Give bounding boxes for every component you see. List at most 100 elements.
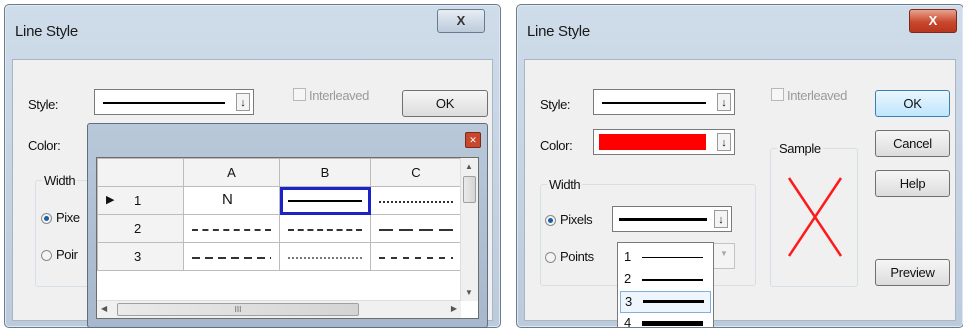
preview-button[interactable]: Preview: [875, 259, 950, 286]
radio-dot[interactable]: [545, 215, 556, 226]
color-swatch: [599, 134, 706, 150]
cell-b2[interactable]: [279, 214, 371, 243]
pixels-label: Pixels: [560, 212, 593, 227]
list-item[interactable]: 2: [620, 269, 709, 289]
radio-dot[interactable]: [545, 252, 556, 263]
width-dropdown-list: 1 2 3 4: [617, 242, 714, 328]
corner-header: [97, 158, 184, 187]
color-label: Color:: [540, 138, 573, 153]
horizontal-scrollbar[interactable]: ◀ III ▶: [97, 300, 461, 318]
list-item-number: 1: [624, 249, 632, 264]
longdash-line-sample: [379, 228, 453, 231]
points-label: Points: [560, 249, 594, 264]
width-dropdown[interactable]: ↓: [612, 206, 732, 232]
close-icon[interactable]: X: [909, 9, 957, 33]
cancel-button[interactable]: Cancel: [875, 130, 950, 157]
scroll-thumb[interactable]: III: [117, 303, 359, 316]
radio-dot[interactable]: [41, 213, 52, 224]
scroll-left-icon[interactable]: ◀: [101, 304, 107, 313]
list-item-selected[interactable]: 3: [620, 291, 711, 313]
row-number: 2: [134, 221, 142, 236]
width-preview-line: [619, 218, 707, 221]
close-icon[interactable]: X: [437, 9, 485, 33]
column-header-c[interactable]: C: [370, 158, 462, 187]
row-pointer-icon: ▶: [106, 194, 115, 206]
row-header-3[interactable]: 3: [97, 242, 184, 271]
style-label: Style:: [28, 97, 59, 112]
scroll-thumb[interactable]: [463, 176, 476, 203]
pixels-radio[interactable]: Pixels: [545, 212, 593, 227]
dropdown-arrow-icon[interactable]: ↓: [717, 133, 731, 151]
style-table: A B C ▶ 1 N 2 3: [97, 158, 462, 271]
list-item[interactable]: 4: [620, 313, 709, 328]
dialog-title: Line Style: [527, 23, 590, 40]
dash-line-sample: [192, 228, 271, 231]
style-dropdown[interactable]: ↓: [94, 89, 254, 115]
checkbox-box[interactable]: [771, 88, 784, 101]
cell-text: N: [222, 191, 233, 208]
points-radio[interactable]: Points: [545, 249, 594, 264]
width-line-1: [642, 257, 703, 258]
cell-b1[interactable]: [279, 186, 371, 215]
list-item-number: 4: [624, 315, 632, 328]
color-dropdown[interactable]: ↓: [593, 129, 735, 155]
line-style-grid: A B C ▶ 1 N 2 3 ▲ ▼ ◀ III ▶: [96, 157, 479, 319]
vertical-scrollbar[interactable]: ▲ ▼: [460, 158, 478, 301]
checkbox-box[interactable]: [293, 88, 306, 101]
row-header-2[interactable]: 2: [97, 214, 184, 243]
interleaved-label: Interleaved: [787, 88, 847, 103]
interleaved-checkbox[interactable]: Interleaved: [293, 88, 369, 103]
width-line-4: [642, 321, 703, 326]
cell-a1[interactable]: N: [183, 186, 280, 215]
cell-c1[interactable]: [370, 186, 462, 215]
scroll-up-icon[interactable]: ▲: [465, 162, 473, 171]
dropdown-arrow-icon: ▼: [720, 249, 728, 258]
interleaved-label: Interleaved: [309, 88, 369, 103]
style-preview-line: [602, 102, 706, 104]
cell-b3[interactable]: [279, 242, 371, 271]
points-dropdown-disabled: ▼: [713, 243, 735, 269]
dropdown-arrow-icon[interactable]: ↓: [714, 210, 728, 228]
dotted-line-sample: [379, 200, 453, 203]
radio-dot[interactable]: [41, 250, 52, 261]
sample-x-preview: [787, 177, 843, 257]
dash-line-sample: [288, 228, 362, 231]
dialog-client-area: Style: ↓ Color: ↓ Interleaved Sample OK …: [524, 59, 956, 321]
dash-line-sample: [192, 256, 271, 259]
interleaved-checkbox[interactable]: Interleaved: [771, 88, 847, 103]
help-button[interactable]: Help: [875, 170, 950, 197]
column-header-b[interactable]: B: [279, 158, 371, 187]
dropdown-arrow-icon[interactable]: ↓: [717, 93, 731, 111]
scroll-right-icon[interactable]: ▶: [451, 304, 457, 313]
title-bar: Line Style X: [517, 5, 963, 59]
list-item-number: 3: [625, 294, 633, 309]
list-item[interactable]: 1: [620, 247, 709, 267]
close-icon[interactable]: ✕: [465, 132, 481, 148]
table-header-row: A B C: [97, 158, 462, 187]
points-radio[interactable]: Poir: [41, 247, 78, 262]
dots-line-sample: [288, 256, 362, 259]
cell-c2[interactable]: [370, 214, 462, 243]
ok-button[interactable]: OK: [875, 90, 950, 117]
pixels-label: Pixe: [56, 210, 80, 225]
list-item-number: 2: [624, 271, 632, 286]
row-number: 3: [134, 249, 142, 264]
sample-group-label: Sample: [777, 141, 823, 156]
column-header-a[interactable]: A: [183, 158, 280, 187]
scroll-down-icon[interactable]: ▼: [465, 288, 473, 297]
pixels-radio[interactable]: Pixe: [41, 210, 80, 225]
sample-group: Sample: [770, 141, 858, 287]
points-label: Poir: [56, 247, 78, 262]
style-dropdown[interactable]: ↓: [593, 89, 735, 115]
cell-a2[interactable]: [183, 214, 280, 243]
ok-button[interactable]: OK: [402, 90, 488, 117]
cell-c3[interactable]: [370, 242, 462, 271]
row-header-1[interactable]: ▶ 1: [97, 186, 184, 215]
row-number: 1: [134, 193, 142, 208]
dashdot-line-sample: [379, 256, 453, 259]
style-preview-line: [103, 102, 225, 104]
dropdown-arrow-icon[interactable]: ↓: [236, 93, 250, 111]
line-style-dialog-right: Line Style X Style: ↓ Color: ↓ Interleav…: [516, 4, 963, 328]
cell-a3[interactable]: [183, 242, 280, 271]
width-group-label: Width: [42, 173, 78, 188]
